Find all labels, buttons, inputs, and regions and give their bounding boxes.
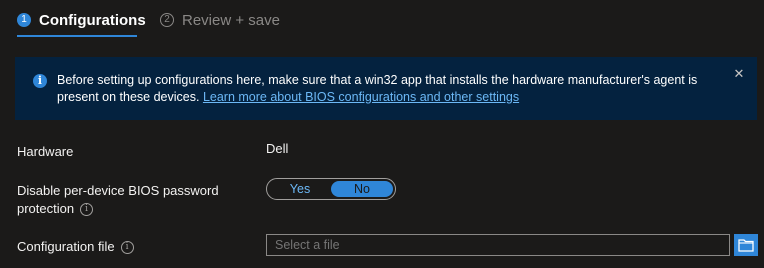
banner-message: Before setting up configurations here, m… (57, 72, 737, 106)
configuration-file-label-text: Configuration file (17, 239, 115, 254)
bios-password-toggle[interactable]: Yes No (266, 178, 396, 200)
configuration-file-label: Configuration file i (17, 238, 134, 256)
bios-password-label: Disable per-device BIOS password protect… (17, 182, 237, 218)
toggle-option-yes[interactable]: Yes (269, 181, 331, 197)
info-icon: i (33, 74, 47, 88)
info-icon[interactable]: i (80, 203, 94, 217)
hardware-label: Hardware (17, 144, 74, 159)
configuration-file-input[interactable] (266, 234, 730, 256)
learn-more-link[interactable]: Learn more about BIOS configurations and… (203, 90, 519, 104)
step-number-badge: 2 (160, 13, 174, 27)
hardware-value: Dell (266, 141, 289, 156)
tab-configurations[interactable]: 1 Configurations (17, 9, 146, 31)
tab-label: Review + save (182, 11, 280, 29)
tab-label: Configurations (39, 11, 146, 29)
close-icon[interactable]: ✕ (731, 66, 747, 82)
wizard-tabs: 1 Configurations 2 Review + save (0, 0, 764, 38)
toggle-option-no[interactable]: No (331, 181, 393, 197)
info-icon[interactable]: i (120, 241, 134, 255)
step-number-badge: 1 (17, 13, 31, 27)
tab-review-save[interactable]: 2 Review + save (160, 9, 280, 31)
active-tab-indicator (17, 35, 137, 37)
browse-file-button[interactable] (734, 234, 758, 256)
folder-icon (738, 239, 754, 252)
info-banner: i Before setting up configurations here,… (15, 57, 757, 120)
bios-password-label-text: Disable per-device BIOS password protect… (17, 183, 219, 216)
